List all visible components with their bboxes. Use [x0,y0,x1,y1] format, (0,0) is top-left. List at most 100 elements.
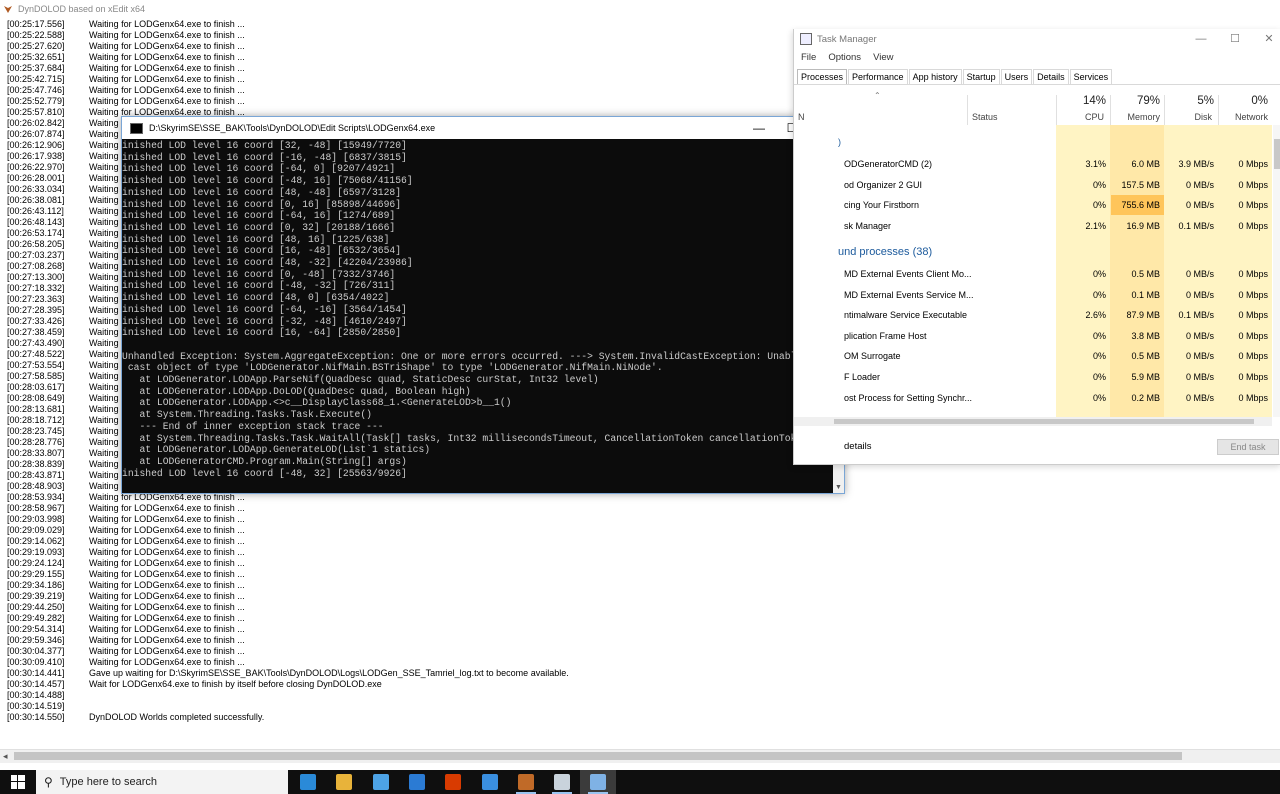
process-cpu: 0% [1092,392,1106,403]
scrollbar-thumb[interactable] [1274,139,1280,169]
log-timestamp: [00:28:03.617] [7,382,65,392]
scroll-left-arrow-icon[interactable]: ◂ [3,751,8,762]
edge-taskbar-button[interactable] [290,770,326,794]
console-line: at LODGenerator.LODApp.ParseNif(QuadDesc… [122,374,599,385]
menu-options[interactable]: Options [828,52,861,63]
tab-startup[interactable]: Startup [962,69,1000,84]
process-name: od Organizer 2 GUI [844,179,923,190]
dyndolod-title: DynDOLOD based on xEdit x64 [18,3,146,14]
minimize-button[interactable]: — [742,119,776,137]
tab-details[interactable]: Details [1033,69,1069,84]
task-manager-taskbar-button[interactable] [580,770,617,794]
column-header-disk[interactable]: Disk [1164,112,1213,122]
process-disk: 0 MB/s [1185,200,1214,210]
log-timestamp: [00:26:33.034] [7,184,65,194]
log-timestamp: [00:29:03.998] [7,514,65,524]
tab-processes[interactable]: Processes [797,69,848,84]
task-manager-menubar: File Options View [801,52,893,63]
tab-users[interactable]: Users [1000,69,1033,84]
tab-app-history[interactable]: App history [908,69,962,84]
column-header-name[interactable]: N [798,112,805,122]
process-name: OM Surrogate [844,351,901,362]
store-taskbar-button[interactable] [363,770,399,794]
scrollbar-thumb[interactable] [834,419,1254,424]
task-manager-titlebar[interactable]: Task Manager — ☐ ✕ [794,29,1280,49]
maximize-button[interactable]: ☐ [1220,30,1250,48]
log-message: Waiting for LODGenx64.exe to finish ... [89,63,245,73]
scrollbar-thumb[interactable] [14,752,1182,760]
menu-view[interactable]: View [873,52,893,63]
close-button[interactable]: ✕ [1254,30,1280,48]
log-timestamp: [00:25:17.556] [7,19,65,29]
process-disk: 0 MB/s [1185,179,1214,190]
mail-taskbar-button[interactable] [399,770,435,794]
photos-taskbar-button[interactable] [544,770,580,794]
xedit-taskbar-button[interactable] [508,770,544,794]
log-message: Waiting for LODGenx64.exe to finish ... [89,85,245,95]
taskbar-search-box[interactable]: ⚲ Type here to search [36,770,288,794]
process-row[interactable]: ODGeneratorCMD (2) 3.1% 6.0 MB 3.9 MB/s 0 Mb… [794,154,1271,174]
process-row[interactable]: sk Manager 2.1% 16.9 MB 0.1 MB/s 0 Mbps [794,216,1271,236]
process-row[interactable]: ost Process for Setting Synchr... 0% 0.2 M… [794,388,1271,408]
console-titlebar[interactable]: D:\SkyrimSE\SSE_BAK\Tools\DynDOLOD\Edit … [122,117,844,139]
onedrive-icon [481,774,498,790]
tab-services[interactable]: Services [1069,69,1113,84]
log-timestamp: [00:30:09.410] [7,657,65,667]
search-placeholder: Type here to search [59,776,158,788]
process-network: 0 Mbps [1238,269,1268,279]
log-timestamp: [00:26:07.874] [7,129,65,139]
process-list-horizontal-scrollbar[interactable] [794,417,1272,426]
dyndolod-titlebar[interactable]: DynDOLOD based on xEdit x64 [0,0,1280,17]
console-line: inished LOD level 16 coord [16, -48] [65… [122,245,402,257]
column-header-cpu[interactable]: CPU [1056,112,1104,122]
file-explorer-taskbar-button[interactable] [326,770,362,794]
process-row[interactable]: F Loader 0% 5.9 MB 0 MB/s 0 Mbps [794,367,1271,387]
start-button[interactable] [0,770,36,794]
process-list-vertical-scrollbar[interactable] [1273,125,1280,417]
scroll-down-arrow-icon[interactable]: ▼ [835,484,842,491]
process-cpu: 0% [1092,351,1106,362]
apps-group-toggle[interactable]: ) [838,137,841,147]
column-header-network[interactable]: Network [1218,112,1268,122]
process-row[interactable]: plication Frame Host 0% 3.8 MB 0 MB/s 0 Mbps [794,326,1271,346]
process-row[interactable]: OM Surrogate 0% 0.5 MB 0 MB/s 0 Mbps [794,346,1271,366]
log-timestamp: [00:28:58.967] [7,503,65,513]
sort-chevron-up-icon[interactable]: ⌃ [874,91,881,100]
process-row[interactable]: cing Your Firstborn 0% 755.6 MB 0 MB/s 0 Mbp… [794,195,1271,215]
column-header-status[interactable]: Status [972,112,998,122]
background-processes-group[interactable]: und processes (38) [838,246,932,258]
dyndolod-horizontal-scrollbar[interactable]: ◂ [0,749,1280,763]
log-message: Waiting for LODGenx64.exe to finish ... [89,613,245,623]
task-manager-window[interactable]: Task Manager — ☐ ✕ File Options View Pro… [793,29,1280,465]
office-taskbar-button[interactable] [435,770,471,794]
disk-total: 5% [1197,95,1214,107]
process-disk: 0 MB/s [1185,289,1214,300]
column-header-memory[interactable]: Memory [1110,112,1160,122]
onedrive-taskbar-button[interactable] [472,770,508,794]
fewer-details-link[interactable]: details [844,441,871,452]
minimize-button[interactable]: — [1186,30,1216,48]
end-task-button[interactable]: End task [1217,439,1279,455]
log-message: Waiting for LODGenx64.exe to finish ... [89,96,245,106]
process-name: ost Process for Setting Synchr... [844,392,973,403]
process-row[interactable]: MD External Events Client Mo... 0% 0.5 MB 0… [794,264,1271,284]
log-message: Waiting for LODGenx64.exe to finish ... [89,30,245,40]
lodgen-console-window[interactable]: D:\SkyrimSE\SSE_BAK\Tools\DynDOLOD\Edit … [121,116,845,494]
process-row[interactable]: od Organizer 2 GUI 0% 157.5 MB 0 MB/s 0 Mbps [794,175,1271,195]
process-cpu: 0% [1092,372,1106,382]
log-message: Waiting for LODGenx64.exe to finish ... [89,74,245,84]
log-timestamp: [00:27:08.268] [7,261,65,271]
log-timestamp: [00:29:09.029] [7,525,65,535]
console-line: --- End of inner exception stack trace -… [122,420,384,432]
log-timestamp: [00:29:29.155] [7,569,65,579]
menu-file[interactable]: File [801,52,816,63]
console-line: inished LOD level 16 coord [-64, -16] [3… [122,303,407,315]
process-row[interactable]: MD External Events Service M... 0% 0.1 MB 0… [794,285,1271,305]
console-line: inished LOD level 16 coord [-48, 32] [25… [122,467,407,479]
process-row[interactable]: ntimalware Service Executable 2.6% 87.9 MB… [794,305,1271,325]
task-manager-title: Task Manager [817,33,877,45]
tab-performance[interactable]: Performance [848,69,908,84]
network-total: 0% [1251,95,1268,107]
process-network: 0 Mbps [1238,330,1268,341]
console-line: inished LOD level 16 coord [-48, 16] [75… [122,175,413,187]
